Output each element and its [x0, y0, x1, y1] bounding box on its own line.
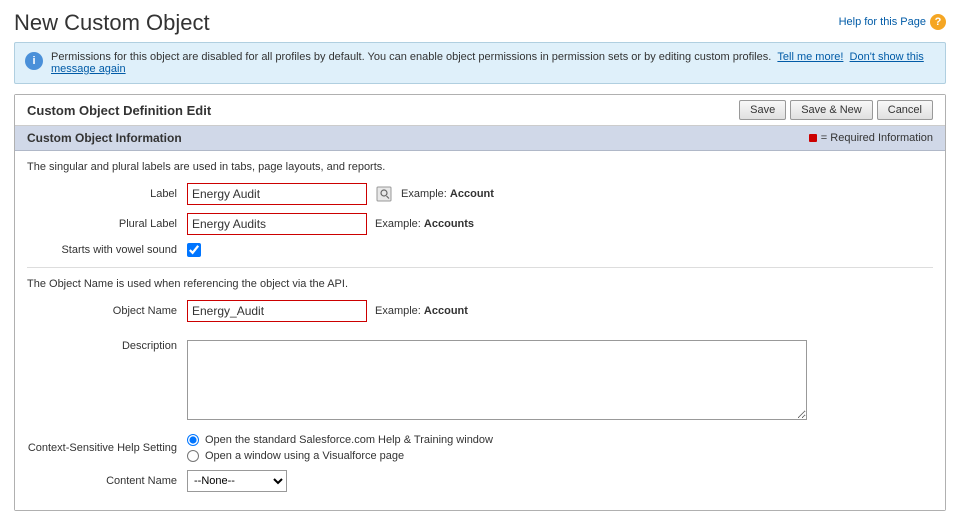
toolbar-buttons: Save Save & New Cancel — [739, 100, 933, 120]
label-field-label: Label — [27, 188, 187, 200]
page-title: New Custom Object — [14, 10, 210, 36]
required-indicator — [809, 134, 817, 142]
label-example: Example: Account — [401, 188, 494, 200]
object-name-field-wrap: Example: Account — [187, 300, 468, 322]
label-input[interactable] — [187, 183, 367, 205]
save-button[interactable]: Save — [739, 100, 786, 120]
help-setting-row: Context-Sensitive Help Setting Open the … — [27, 434, 933, 462]
subsection-title: Custom Object Information — [27, 131, 182, 145]
content-name-label: Content Name — [27, 475, 187, 487]
description-row: Description — [27, 340, 933, 420]
info-icon: i — [25, 52, 43, 70]
help-link[interactable]: Help for this Page ? — [839, 14, 946, 30]
vowel-field-label: Starts with vowel sound — [27, 244, 187, 256]
radio-option-2: Open a window using a Visualforce page — [187, 450, 493, 462]
object-name-row: Object Name Example: Account — [27, 300, 933, 322]
description-textarea[interactable] — [187, 340, 807, 420]
description-field-label: Description — [27, 340, 187, 352]
plural-label-example: Example: Accounts — [375, 218, 474, 230]
plural-label-input[interactable] — [187, 213, 367, 235]
section-edit-title: Custom Object Definition Edit — [27, 103, 211, 118]
plural-label-field-label: Plural Label — [27, 218, 187, 230]
description-field-wrap — [187, 340, 807, 420]
info-banner-text: Permissions for this object are disabled… — [51, 51, 935, 75]
label-note: The singular and plural labels are used … — [27, 161, 933, 173]
form-separator-1 — [27, 267, 933, 268]
vowel-checkbox[interactable] — [187, 243, 201, 257]
help-link-text: Help for this Page — [839, 16, 926, 28]
vowel-field-wrap — [187, 243, 201, 257]
label-row: Label Example: Account — [27, 183, 933, 205]
radio-standard[interactable] — [187, 434, 199, 446]
help-setting-label: Context-Sensitive Help Setting — [27, 442, 187, 454]
radio-visualforce[interactable] — [187, 450, 199, 462]
cancel-button[interactable]: Cancel — [877, 100, 933, 120]
api-note: The Object Name is used when referencing… — [27, 278, 933, 290]
section-top-bar: Custom Object Definition Edit Save Save … — [15, 95, 945, 126]
object-name-input[interactable] — [187, 300, 367, 322]
page-header: New Custom Object Help for this Page ? — [0, 0, 960, 42]
section-container: Custom Object Definition Edit Save Save … — [14, 94, 946, 511]
save-new-button[interactable]: Save & New — [790, 100, 873, 120]
help-setting-wrap: Open the standard Salesforce.com Help & … — [187, 434, 493, 462]
info-banner: i Permissions for this object are disabl… — [14, 42, 946, 84]
radio-option-1: Open the standard Salesforce.com Help & … — [187, 434, 493, 446]
label-field-wrap: Example: Account — [187, 183, 494, 205]
plural-label-row: Plural Label Example: Accounts — [27, 213, 933, 235]
radio-group: Open the standard Salesforce.com Help & … — [187, 434, 493, 462]
object-name-field-label: Object Name — [27, 305, 187, 317]
content-name-select[interactable]: --None-- — [187, 470, 287, 492]
form-body: The singular and plural labels are used … — [15, 151, 945, 510]
content-name-row: Content Name --None-- — [27, 470, 933, 492]
content-name-wrap: --None-- — [187, 470, 287, 492]
subsection-header: Custom Object Information = Required Inf… — [15, 126, 945, 151]
required-legend: = Required Information — [809, 132, 933, 144]
plural-label-field-wrap: Example: Accounts — [187, 213, 474, 235]
help-icon: ? — [930, 14, 946, 30]
lookup-icon[interactable] — [375, 185, 393, 203]
tell-me-more-link[interactable]: Tell me more! — [777, 51, 843, 63]
object-name-example: Example: Account — [375, 305, 468, 317]
required-text: = Required Information — [821, 132, 933, 144]
vowel-row: Starts with vowel sound — [27, 243, 933, 257]
